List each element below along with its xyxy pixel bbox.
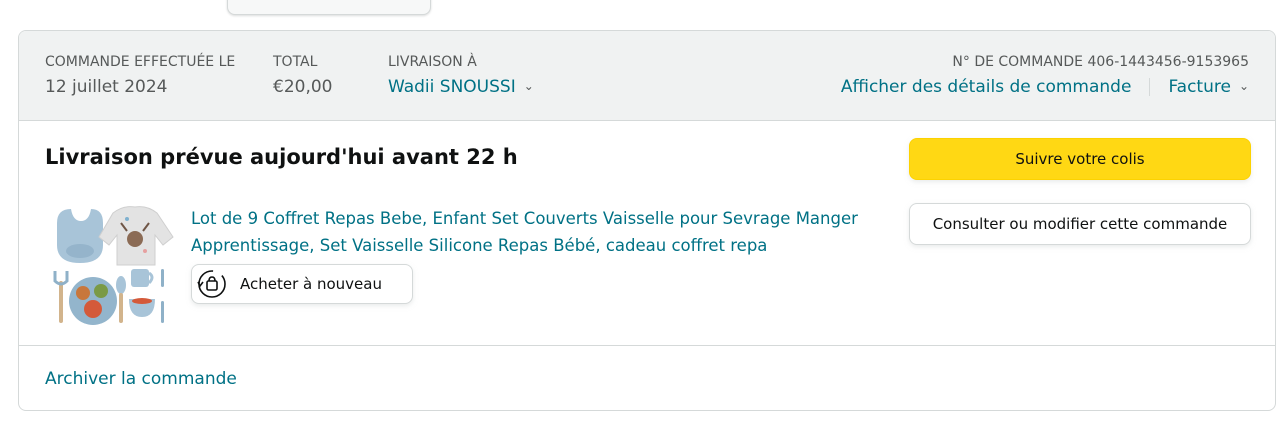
ship-to-label: LIVRAISON À: [388, 54, 477, 70]
total-value: €20,00: [273, 77, 333, 97]
product-image[interactable]: [51, 205, 177, 327]
total-label: TOTAL: [273, 54, 318, 70]
previous-dropdown-box[interactable]: [227, 0, 431, 15]
order-placed-date: 12 juillet 2024: [45, 77, 168, 97]
buy-again-label: Acheter à nouveau: [240, 275, 382, 293]
order-details-link[interactable]: Afficher des détails de commande: [841, 77, 1132, 97]
track-package-button[interactable]: Suivre votre colis: [909, 138, 1251, 180]
order-card: COMMANDE EFFECTUÉE LE 12 juillet 2024 TO…: [18, 30, 1276, 411]
ship-to-dropdown[interactable]: Wadii SNOUSSI ⌄: [388, 77, 534, 97]
product-title-link[interactable]: Lot de 9 Coffret Repas Bebe, Enfant Set …: [191, 205, 881, 259]
order-number: N° DE COMMANDE 406-1443456-9153965: [952, 54, 1249, 70]
invoice-link[interactable]: Facture: [1168, 77, 1231, 97]
actions-divider: [1149, 78, 1151, 96]
order-header: COMMANDE EFFECTUÉE LE 12 juillet 2024 TO…: [19, 31, 1275, 121]
order-footer: Archiver la commande: [19, 345, 1275, 410]
chevron-down-icon[interactable]: ⌄: [524, 79, 534, 93]
previous-card-fragment: [0, 0, 1280, 30]
order-actions: Afficher des détails de commande Facture…: [841, 77, 1249, 97]
archive-order-link[interactable]: Archiver la commande: [45, 369, 237, 389]
order-placed-label: COMMANDE EFFECTUÉE LE: [45, 54, 236, 70]
buy-again-icon: [197, 270, 226, 298]
view-edit-order-button[interactable]: Consulter ou modifier cette commande: [909, 203, 1251, 245]
delivery-status-title: Livraison prévue aujourd'hui avant 22 h: [45, 145, 518, 169]
ship-to-name[interactable]: Wadii SNOUSSI: [388, 77, 516, 97]
buy-again-button[interactable]: Acheter à nouveau: [191, 264, 413, 304]
invoice-dropdown[interactable]: Facture ⌄: [1168, 77, 1249, 97]
chevron-down-icon[interactable]: ⌄: [1239, 79, 1249, 93]
